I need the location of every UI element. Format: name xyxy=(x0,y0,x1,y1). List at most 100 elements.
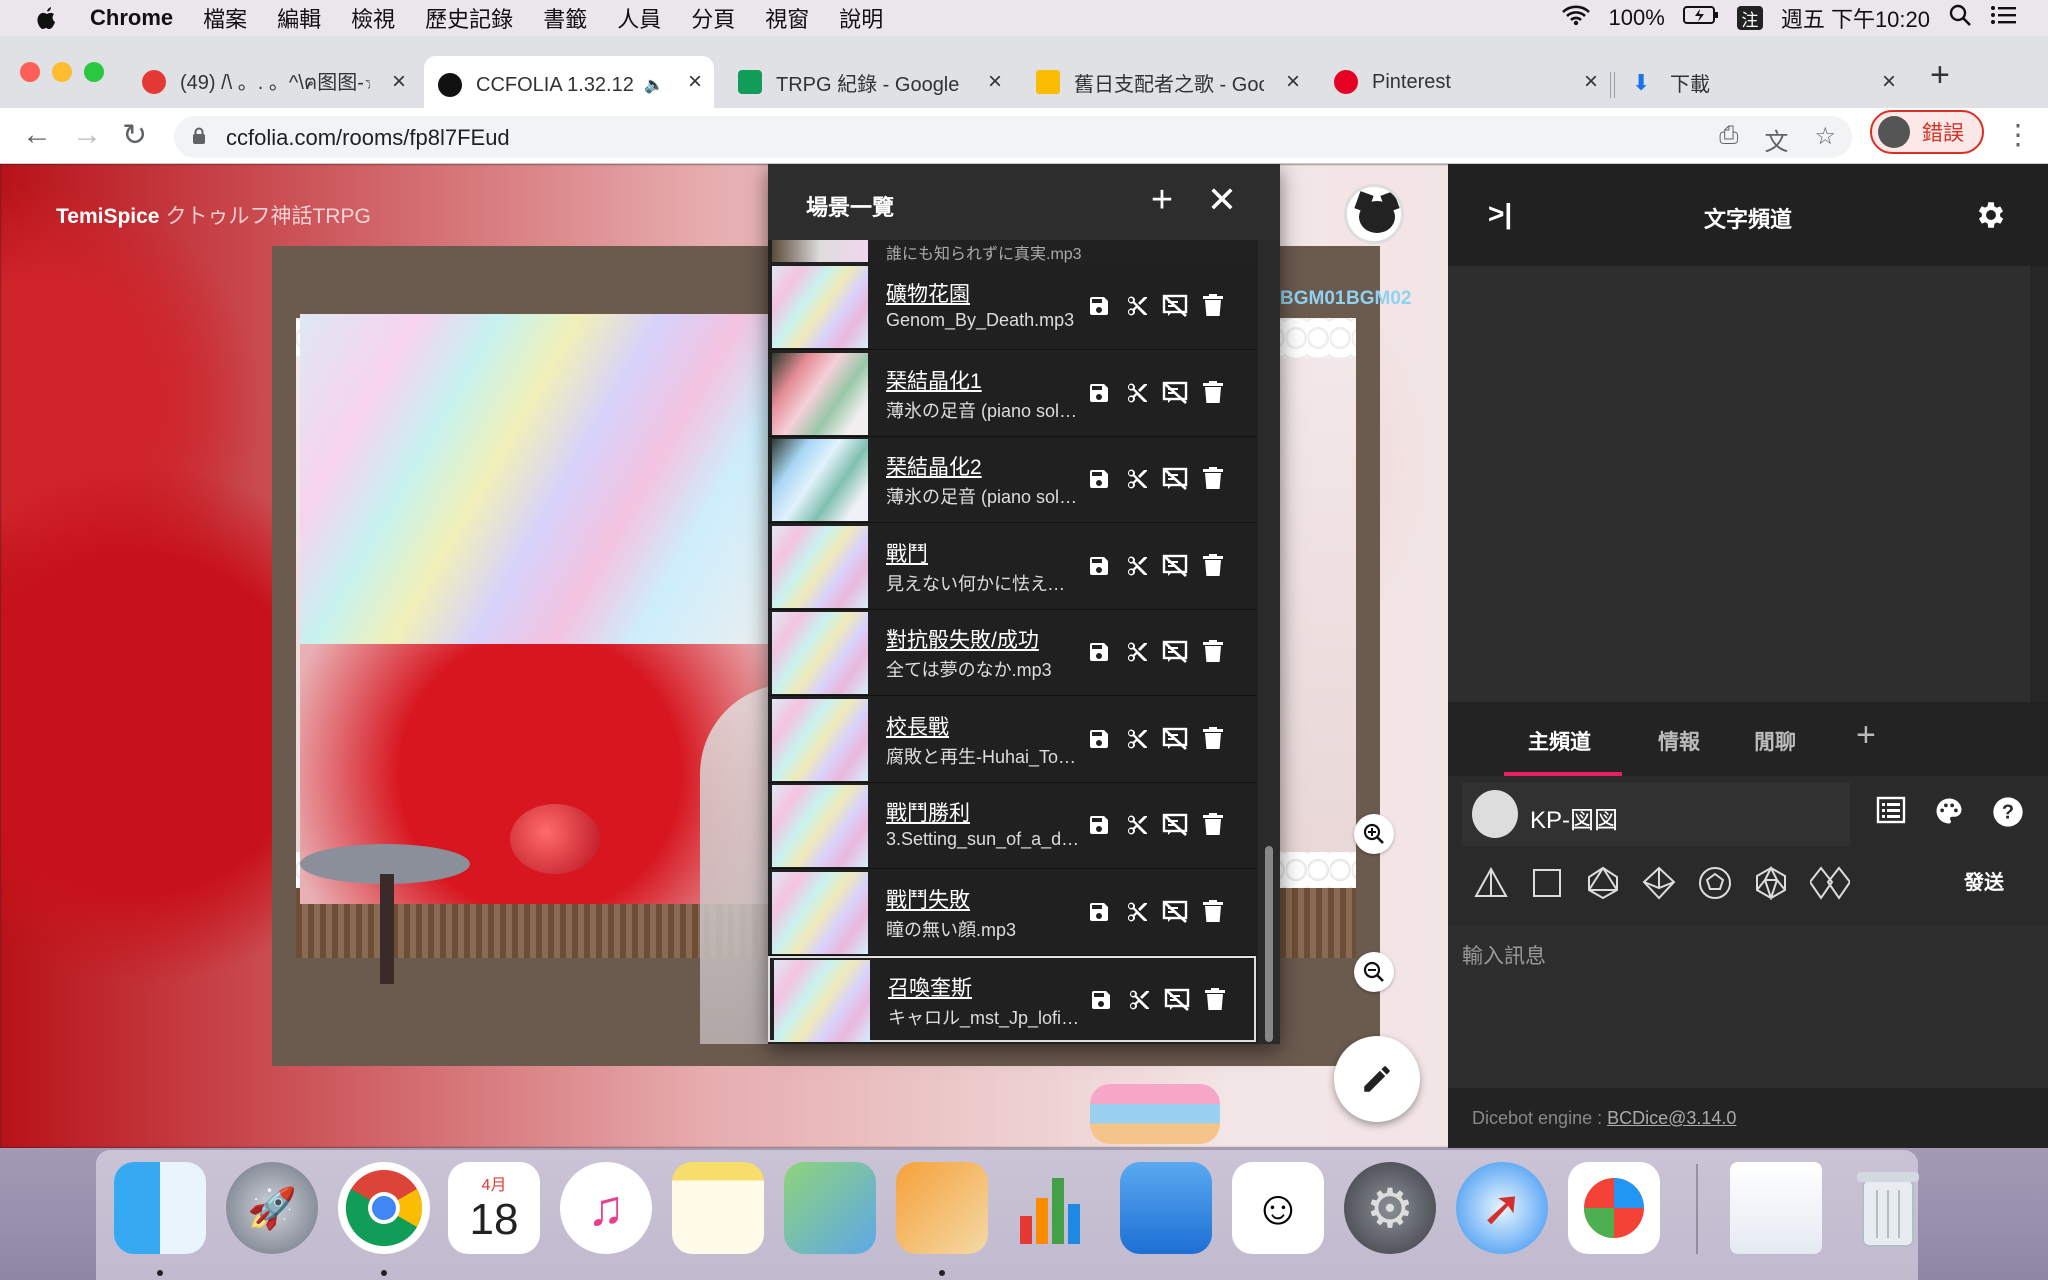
notification-center-icon[interactable] xyxy=(1990,4,2018,32)
no-text-icon[interactable] xyxy=(1162,898,1188,926)
tea-table-image[interactable] xyxy=(300,764,470,984)
scene-row[interactable]: 召喚奎斯 キャロル_mst_Jp_lofi.mp3 xyxy=(768,956,1256,1042)
scene-name[interactable]: 琹結晶化1 xyxy=(886,365,982,395)
menu-window[interactable]: 視窗 xyxy=(765,2,809,34)
tab-info-channel[interactable]: 情報 xyxy=(1658,726,1700,756)
save-scene-icon[interactable] xyxy=(1086,379,1112,407)
scene-thumbnail[interactable] xyxy=(772,266,868,348)
edit-fab-button[interactable] xyxy=(1334,1036,1420,1122)
input-method-badge[interactable]: 注 xyxy=(1736,6,1763,30)
add-channel-button[interactable]: + xyxy=(1856,716,1876,755)
no-text-icon[interactable] xyxy=(1162,725,1188,753)
bgm-slot-label[interactable]: BGM02 xyxy=(1346,288,1411,310)
character-selector[interactable]: KP-図図 xyxy=(1462,782,1850,846)
url-text[interactable]: ccfolia.com/rooms/fp8l7FEud xyxy=(226,125,510,151)
teapot-image[interactable] xyxy=(510,804,600,874)
cut-scene-icon[interactable] xyxy=(1124,898,1150,926)
d8-icon[interactable] xyxy=(1586,866,1620,900)
menu-app-name[interactable]: Chrome xyxy=(90,5,173,31)
documents-folder-icon[interactable] xyxy=(1730,1162,1822,1254)
scene-row[interactable]: 戰鬥失敗 瞳の無い顔.mp3 xyxy=(768,869,1256,956)
new-tab-button[interactable]: + xyxy=(1930,56,1950,95)
finder-icon[interactable] xyxy=(114,1162,206,1254)
scene-thumbnail[interactable] xyxy=(772,698,868,781)
scene-row[interactable]: 校長戰腐敗と再生-Huhai_To_Saisei.mp3 xyxy=(768,696,1256,783)
d4-icon[interactable] xyxy=(1474,866,1508,900)
notes-icon[interactable] xyxy=(672,1162,764,1254)
spotlight-search-icon[interactable] xyxy=(1948,3,1972,33)
scene-thumbnail[interactable] xyxy=(772,871,868,954)
help-icon[interactable]: ? xyxy=(1992,796,2024,833)
scene-row[interactable]: 礦物花園 Genom_By_Death.mp3 xyxy=(768,264,1256,350)
close-tab-icon[interactable]: × xyxy=(988,68,1002,96)
browser-tab[interactable]: 舊日支配者之歌 - Goo × xyxy=(1022,56,1312,108)
browser-tab[interactable]: (49) /\ 。. 。^\ฅ图图-☆ × xyxy=(128,56,418,108)
palette-icon[interactable] xyxy=(1934,796,1964,833)
no-text-icon[interactable] xyxy=(1162,292,1188,320)
wifi-icon[interactable] xyxy=(1561,4,1591,32)
menu-help[interactable]: 說明 xyxy=(839,2,883,34)
scene-thumbnail[interactable] xyxy=(772,612,868,694)
dicebot-link[interactable]: BCDice@3.14.0 xyxy=(1607,1108,1736,1128)
cut-scene-icon[interactable] xyxy=(1126,986,1152,1014)
d10-icon[interactable] xyxy=(1642,866,1676,900)
gear-icon[interactable] xyxy=(1974,198,2008,237)
d6-icon[interactable] xyxy=(1530,866,1564,900)
scene-name[interactable]: 琹結晶化2 xyxy=(886,451,982,481)
scene-thumbnail[interactable] xyxy=(772,525,868,608)
apple-icon[interactable] xyxy=(32,3,62,33)
scene-name[interactable]: 對抗骰失敗/成功 xyxy=(886,624,1039,654)
close-tab-icon[interactable]: × xyxy=(1584,68,1598,96)
lock-icon[interactable] xyxy=(192,127,206,145)
scene-list-scrollbar[interactable] xyxy=(1258,240,1280,1044)
chrome-icon[interactable] xyxy=(338,1162,430,1254)
scene-thumbnail[interactable] xyxy=(774,960,870,1042)
cut-scene-icon[interactable] xyxy=(1124,725,1150,753)
delete-scene-icon[interactable] xyxy=(1202,986,1228,1014)
cut-scene-icon[interactable] xyxy=(1124,465,1150,493)
zoom-out-button[interactable] xyxy=(1354,952,1394,992)
scene-name[interactable]: 戰鬥失敗 xyxy=(886,884,970,914)
browser-tab[interactable]: TRPG 紀錄 - Google × xyxy=(724,56,1014,108)
trash-icon[interactable] xyxy=(1842,1162,1934,1254)
save-scene-icon[interactable] xyxy=(1086,725,1112,753)
d20-icon[interactable] xyxy=(1754,866,1788,900)
scene-thumbnail[interactable] xyxy=(772,439,868,521)
bgm-slot-label[interactable]: BGM01 xyxy=(1280,288,1345,310)
save-scene-icon[interactable] xyxy=(1086,292,1112,320)
list-icon[interactable] xyxy=(1876,796,1906,833)
notability-icon[interactable]: ☺ xyxy=(1232,1162,1324,1254)
bookmark-star-icon[interactable]: ☆ xyxy=(1814,122,1836,157)
save-scene-icon[interactable] xyxy=(1088,986,1114,1014)
save-scene-icon[interactable] xyxy=(1086,811,1112,839)
chrome-menu-icon[interactable]: ⋮ xyxy=(2004,118,2032,151)
delete-scene-icon[interactable] xyxy=(1200,898,1226,926)
scene-row[interactable]: 琹結晶化2 薄氷の足音 (piano solo).mp3 xyxy=(768,437,1256,523)
scene-name[interactable]: 礦物花園 xyxy=(886,278,970,308)
scene-name[interactable]: 戰鬥勝利 xyxy=(886,797,970,827)
launchpad-icon[interactable]: 🚀 xyxy=(226,1162,318,1254)
cut-scene-icon[interactable] xyxy=(1124,292,1150,320)
save-scene-icon[interactable] xyxy=(1086,638,1112,666)
browser-tab-active[interactable]: CCFOLIA 1.32.12 🔈 × xyxy=(424,56,714,114)
user-avatar[interactable] xyxy=(1344,184,1404,244)
menu-file[interactable]: 檔案 xyxy=(203,2,247,34)
install-app-icon[interactable]: ⎙ xyxy=(1719,122,1738,157)
reload-icon[interactable]: ↻ xyxy=(122,118,147,153)
zoom-in-button[interactable] xyxy=(1354,814,1394,854)
calendar-icon[interactable]: 4月 18 xyxy=(448,1162,540,1254)
cut-scene-icon[interactable] xyxy=(1124,552,1150,580)
browser-tab[interactable]: Pinterest × xyxy=(1320,56,1610,108)
translate-icon[interactable]: 文 xyxy=(1764,122,1788,157)
system-preferences-icon[interactable]: ⚙ xyxy=(1344,1162,1436,1254)
no-text-icon[interactable] xyxy=(1162,379,1188,407)
delete-scene-icon[interactable] xyxy=(1200,552,1226,580)
numbers-icon[interactable] xyxy=(1008,1162,1100,1254)
close-scene-list-button[interactable]: ✕ xyxy=(1202,180,1242,220)
zoom-window-button[interactable] xyxy=(84,62,104,82)
browser-tab[interactable]: ⬇ 下載 × xyxy=(1618,56,1908,108)
close-tab-icon[interactable]: × xyxy=(1286,68,1300,96)
scene-name[interactable]: 召喚奎斯 xyxy=(888,972,972,1002)
close-window-button[interactable] xyxy=(20,62,40,82)
maps-icon[interactable] xyxy=(784,1162,876,1254)
